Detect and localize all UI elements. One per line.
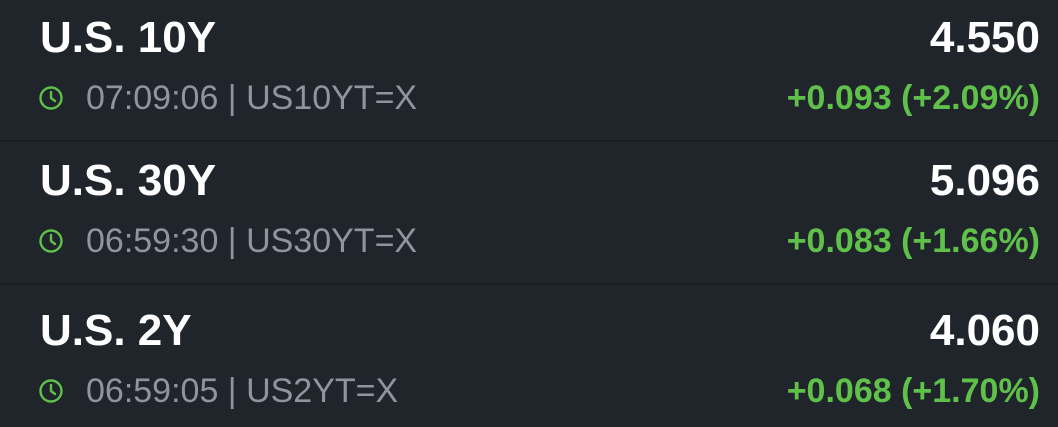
quote-row-us30y[interactable]: U.S. 30Y 5.096 06:59:30 | US30YT=X +0.08… xyxy=(0,143,1058,285)
quote-meta: 06:59:30 | US30YT=X xyxy=(38,221,417,261)
instrument-name: U.S. 30Y xyxy=(40,156,217,205)
price-change: +0.093 (+2.09%) xyxy=(786,79,1040,117)
price-change: +0.083 (+1.66%) xyxy=(786,222,1040,260)
quote-row-us10y[interactable]: U.S. 10Y 4.550 07:09:06 | US10YT=X +0.09… xyxy=(0,0,1058,142)
price-change: +0.068 (+1.70%) xyxy=(786,372,1040,410)
time-and-symbol: 07:09:06 | US10YT=X xyxy=(86,79,418,117)
instrument-name: U.S. 10Y xyxy=(40,13,217,62)
clock-icon xyxy=(39,229,63,253)
last-price: 5.096 xyxy=(929,156,1040,205)
quote-meta: 07:09:06 | US10YT=X xyxy=(38,78,417,118)
quote-row-us2y[interactable]: U.S. 2Y 4.060 06:59:05 | US2YT=X +0.068 … xyxy=(0,293,1058,427)
last-price: 4.550 xyxy=(929,13,1040,62)
time-and-symbol: 06:59:30 | US30YT=X xyxy=(86,222,418,260)
instrument-name: U.S. 2Y xyxy=(40,306,192,355)
quote-meta: 06:59:05 | US2YT=X xyxy=(38,371,398,411)
time-and-symbol: 06:59:05 | US2YT=X xyxy=(86,372,399,410)
clock-icon xyxy=(39,86,63,110)
quotes-list: U.S. 10Y 4.550 07:09:06 | US10YT=X +0.09… xyxy=(0,0,1058,427)
clock-icon xyxy=(39,379,63,403)
last-price: 4.060 xyxy=(929,306,1040,355)
